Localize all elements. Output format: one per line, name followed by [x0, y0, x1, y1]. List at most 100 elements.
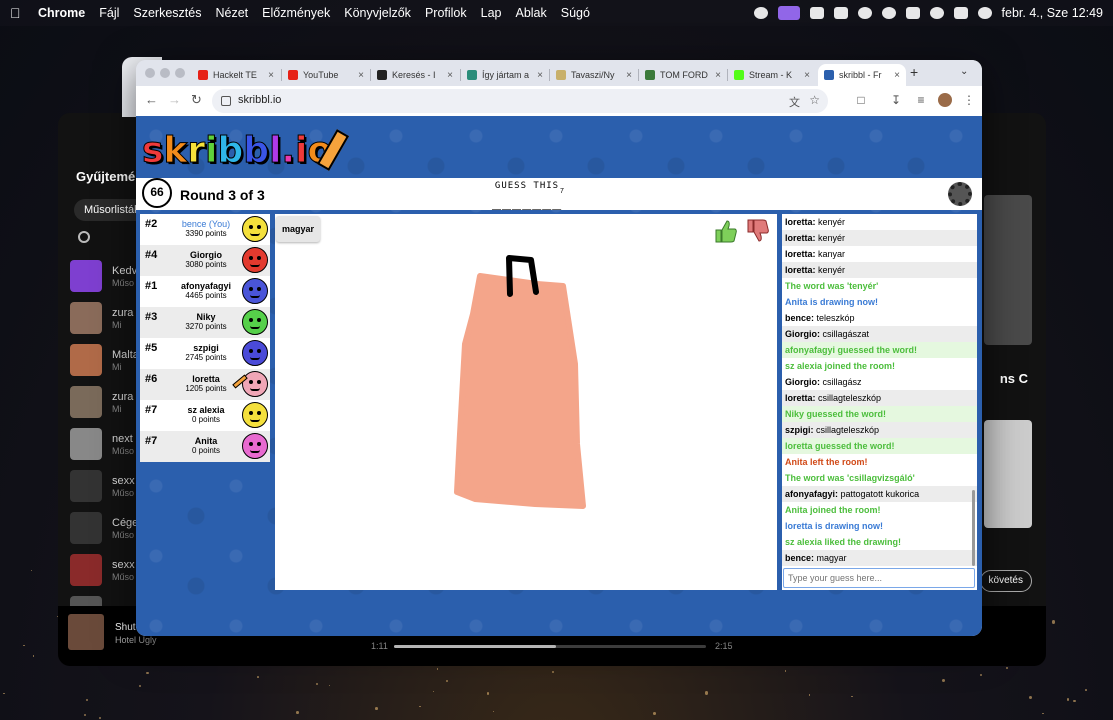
progress-bar[interactable] — [394, 645, 706, 648]
tab-title: Tavaszi/Ny — [571, 70, 615, 80]
player-row[interactable]: #7 sz alexia 0 points — [140, 400, 270, 431]
browser-tab[interactable]: Tavaszi/Ny × — [550, 64, 638, 86]
song-artist[interactable]: Hotel Ugly — [115, 635, 157, 645]
menu-item[interactable]: Szerkesztés — [133, 6, 201, 20]
url-text[interactable]: skribbl.io — [238, 94, 281, 106]
library-item[interactable]: next Műso — [70, 423, 140, 465]
chrome-menu-icon[interactable]: ⋮ — [962, 93, 976, 107]
forward-button[interactable]: → — [168, 92, 181, 107]
guess-input[interactable] — [783, 568, 975, 588]
library-item[interactable]: Kedv Műso — [70, 255, 140, 297]
maximize-window-button[interactable] — [175, 68, 185, 78]
reload-button[interactable]: ↻ — [191, 92, 202, 108]
chat-text: sz alexia joined the room! — [785, 361, 896, 371]
library-item[interactable]: Cége Műso — [70, 507, 140, 549]
browser-tab[interactable]: TOM FORD × — [639, 64, 727, 86]
back-button[interactable]: ← — [145, 92, 158, 107]
bookmark-star-icon[interactable]: ☆ — [809, 93, 820, 107]
album-cover[interactable] — [68, 614, 104, 650]
browser-tab[interactable]: Így jártam a × — [461, 64, 549, 86]
close-tab-icon[interactable]: × — [711, 70, 721, 81]
player-row[interactable]: #4 Giorgio 3080 points — [140, 245, 270, 276]
player-row[interactable]: #1 afonyafagyi 4465 points — [140, 276, 270, 307]
chat-message: Anita left the room! — [782, 454, 977, 470]
thumbs-down-icon[interactable] — [745, 218, 771, 244]
close-tab-icon[interactable]: × — [890, 70, 900, 81]
chat-text: csillagteleszkóp — [816, 425, 880, 435]
follow-button[interactable]: követés — [979, 570, 1032, 592]
close-tab-icon[interactable]: × — [622, 70, 632, 81]
screen-share-icon[interactable] — [777, 6, 800, 20]
macos-menubar:  Chrome Fájl Szerkesztés Nézet Előzmény… — [0, 0, 1113, 26]
chat-scrollbar[interactable] — [972, 490, 975, 566]
settings-gear-icon[interactable] — [948, 182, 972, 206]
download-icon[interactable]: ↧ — [889, 93, 903, 107]
close-tab-icon[interactable]: × — [354, 70, 364, 81]
browser-tab[interactable]: Keresés - I × — [371, 64, 459, 86]
menu-item[interactable]: Lap — [481, 6, 502, 20]
menu-item[interactable]: Nézet — [215, 6, 248, 20]
chat-text: magyar — [816, 553, 847, 563]
browser-tab[interactable]: Stream - K × — [728, 64, 816, 86]
new-tab-button[interactable]: + — [910, 64, 918, 80]
close-tab-icon[interactable]: × — [264, 70, 274, 81]
profile-avatar[interactable] — [938, 93, 952, 107]
library-item[interactable]: zura Mi — [70, 381, 140, 423]
thumbs-up-icon[interactable] — [713, 218, 739, 244]
player-row[interactable]: #2 bence (You) 3390 points — [140, 214, 270, 245]
site-info-icon[interactable] — [221, 96, 231, 106]
close-window-button[interactable] — [145, 68, 155, 78]
menu-item[interactable]: Könyvjelzők — [344, 6, 411, 20]
close-tab-icon[interactable]: × — [533, 70, 543, 81]
close-tab-icon[interactable]: × — [800, 70, 810, 81]
cloud-icon[interactable] — [809, 7, 824, 19]
browser-tab[interactable]: Hackelt TE × — [192, 64, 280, 86]
progress-fill — [394, 645, 557, 648]
wifi-icon[interactable] — [905, 7, 920, 19]
library-list: Kedv Műso zura Mi Malta Mi zura Mi next … — [70, 255, 140, 633]
menu-item[interactable]: Súgó — [561, 6, 590, 20]
library-item[interactable]: sexx Műso — [70, 549, 140, 591]
library-item-title: zura — [112, 390, 134, 403]
menu-item[interactable]: Ablak — [515, 6, 546, 20]
library-item[interactable]: zura Mi — [70, 297, 140, 339]
browser-tab[interactable]: YouTube × — [282, 64, 370, 86]
minimize-window-button[interactable] — [160, 68, 170, 78]
tab-separator — [549, 69, 550, 81]
play-icon[interactable] — [857, 7, 872, 19]
spotlight-search-icon[interactable] — [929, 7, 944, 19]
menubar-datetime[interactable]: febr. 4., Sze 12:49 — [1002, 6, 1103, 20]
drawing-canvas[interactable]: magyar — [275, 214, 777, 590]
tab-search-chevron-icon[interactable]: ⌄ — [960, 66, 968, 77]
control-center-icon[interactable] — [953, 7, 968, 19]
apple-icon[interactable]:  — [10, 6, 24, 20]
media-control-icon[interactable]: ≡ — [914, 93, 928, 107]
browser-tab[interactable]: skribbl - Fr × — [818, 64, 906, 86]
player-avatar — [242, 247, 268, 273]
chat-message: Niky guessed the word! — [782, 406, 977, 422]
library-item[interactable]: Malta Mi — [70, 339, 140, 381]
library-item-title: sexx — [112, 558, 135, 571]
status-circle-icon[interactable] — [753, 7, 768, 19]
chat-message: Anita is drawing now! — [782, 294, 977, 310]
clock-icon[interactable] — [881, 7, 896, 19]
siri-icon[interactable] — [977, 7, 992, 19]
tab-favicon — [556, 70, 566, 80]
address-bar[interactable]: skribbl.io 文 ☆ — [212, 89, 828, 113]
bars-icon[interactable] — [833, 7, 848, 19]
chat-author: bence — [785, 313, 812, 323]
menu-item[interactable]: Profilok — [425, 6, 467, 20]
library-item[interactable]: sexx Műso — [70, 465, 140, 507]
menu-item[interactable]: Fájl — [99, 6, 119, 20]
menu-item[interactable]: Előzmények — [262, 6, 330, 20]
player-row[interactable]: #3 Niky 3270 points — [140, 307, 270, 338]
player-row[interactable]: #7 Anita 0 points — [140, 431, 270, 462]
player-row[interactable]: #6 loretta 1205 points — [140, 369, 270, 400]
menu-app-name[interactable]: Chrome — [38, 6, 85, 20]
search-icon[interactable] — [78, 231, 90, 243]
player-row[interactable]: #5 szpigi 2745 points — [140, 338, 270, 369]
extensions-icon[interactable]: □ — [854, 93, 868, 107]
translate-icon[interactable]: 文 — [789, 94, 800, 110]
close-tab-icon[interactable]: × — [443, 70, 453, 81]
player-avatar — [242, 309, 268, 335]
